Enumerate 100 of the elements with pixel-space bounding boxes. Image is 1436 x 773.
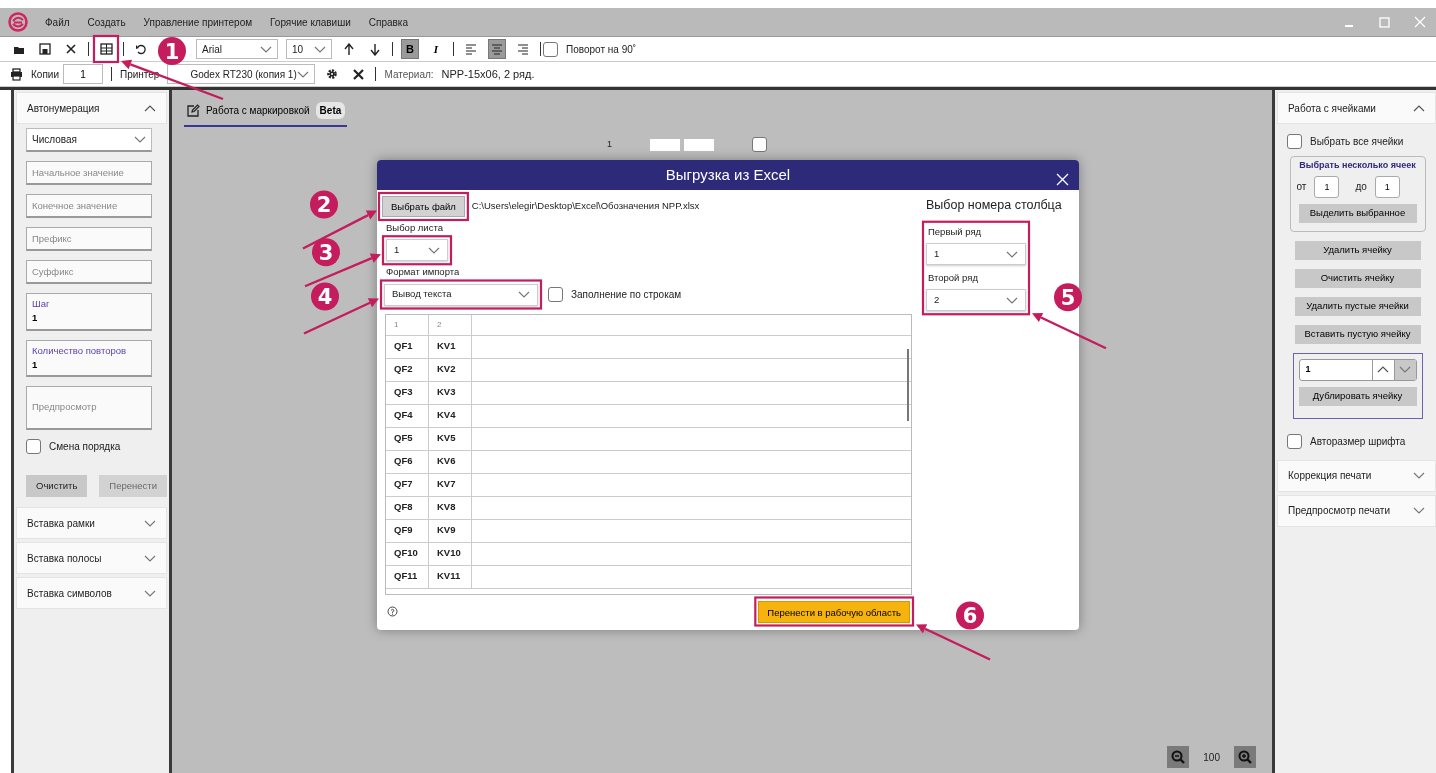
material-value: NPP-15x06, 2 ряд. <box>441 66 535 82</box>
help-icon[interactable] <box>387 606 398 617</box>
label-cell <box>684 138 714 151</box>
field-label: Выбор листа <box>386 221 444 235</box>
checkbox[interactable] <box>548 287 563 302</box>
field-label: до <box>1355 180 1367 194</box>
field-value[interactable]: 1 <box>32 311 146 326</box>
clear-button[interactable]: Очистить <box>26 475 88 498</box>
checkbox-label: Авторазмер шрифта <box>1310 434 1406 449</box>
input-field[interactable]: Шаг 1 <box>26 293 152 331</box>
accordion-header[interactable]: Автонумерация <box>16 92 167 124</box>
chevron-down-icon <box>1399 365 1411 374</box>
accordion-header[interactable]: Вставка символов <box>16 577 167 610</box>
accordion-header[interactable]: Коррекция печати <box>1277 459 1436 492</box>
duplicate-button[interactable]: Дублировать ячейку <box>1298 386 1417 406</box>
column-select[interactable]: 2 <box>926 289 1026 312</box>
font-size-select[interactable]: 10 <box>286 39 332 59</box>
sheet-select[interactable]: 1 <box>386 239 448 262</box>
zoom-out-button[interactable] <box>1167 746 1190 768</box>
field-value[interactable]: 1 <box>32 357 146 372</box>
menu-item[interactable]: Управление принтером <box>143 14 253 30</box>
menu-item[interactable]: Файл <box>45 14 70 30</box>
field-label: Шаг <box>32 297 51 311</box>
beta-tag: Beta <box>315 102 346 119</box>
input-field[interactable]: 1 <box>1374 175 1400 198</box>
step-number: 3 <box>312 238 340 267</box>
arrow-down-icon <box>370 42 380 56</box>
action-button[interactable]: Вставить пустую ячейку <box>1294 324 1421 344</box>
save-icon <box>39 43 51 55</box>
zoom-level: 100 <box>1203 750 1220 765</box>
zoom-in-button[interactable] <box>1234 746 1256 768</box>
input-field[interactable]: 1 <box>1314 175 1340 198</box>
table-cell: QF8 <box>386 496 429 519</box>
step-number: 5 <box>1054 283 1082 312</box>
menu-item[interactable]: Горячие клавиши <box>270 14 351 30</box>
printer-select[interactable]: Godex RT230 (копия 1) <box>167 64 316 84</box>
type-select[interactable]: Числовая <box>26 128 152 152</box>
align-center-icon <box>491 42 503 56</box>
edit-icon <box>186 103 200 118</box>
font-select[interactable]: Arial <box>196 39 278 59</box>
table-cell: QF5 <box>386 427 429 450</box>
table-cell: KV9 <box>429 519 472 542</box>
bold-button[interactable]: B <box>401 39 419 59</box>
align-right-icon <box>517 42 529 56</box>
scrollbar[interactable] <box>907 348 909 421</box>
transfer-button[interactable]: Перенести в рабочую область <box>758 600 910 623</box>
italic-button[interactable]: I <box>427 39 445 59</box>
checkbox[interactable] <box>543 41 558 57</box>
checkbox-label: Выбрать все ячейки <box>1310 135 1404 149</box>
tools-icon <box>351 67 365 81</box>
table-cell: KV5 <box>429 427 472 450</box>
preview-field[interactable]: Предпросмотр <box>26 386 152 430</box>
table-cell: KV8 <box>429 496 472 519</box>
select-range-button[interactable]: Выделить выбранное <box>1298 203 1417 223</box>
checkbox[interactable] <box>1287 134 1302 149</box>
close-icon <box>1056 172 1069 186</box>
field-label: от <box>1296 180 1307 194</box>
copies-field[interactable]: 1 <box>63 64 103 84</box>
choose-file-button[interactable]: Выбрать файл <box>382 196 465 217</box>
checkbox[interactable] <box>1287 433 1302 449</box>
app-logo <box>8 12 28 32</box>
chevron-up-icon <box>1377 365 1389 374</box>
input-field[interactable]: Префикс <box>26 227 152 251</box>
step-number: 2 <box>310 190 338 219</box>
step-number: 4 <box>311 282 339 311</box>
input-field[interactable]: Конечное значение <box>26 194 152 218</box>
input-field[interactable]: Количество повторов 1 <box>26 339 152 377</box>
menu-item[interactable]: Создать <box>87 14 126 30</box>
action-button[interactable]: Очистить ячейку <box>1294 268 1421 288</box>
checkbox[interactable] <box>752 137 767 152</box>
format-select[interactable]: Вывод текста <box>384 283 538 306</box>
highlight-frame <box>381 235 453 266</box>
field-label: Копии <box>31 67 59 82</box>
accordion-header[interactable]: Вставка полосы <box>16 542 167 575</box>
chevron-down-icon <box>518 290 530 299</box>
group-legend: Выбрать несколько ячеек <box>1297 159 1418 173</box>
table-cell: QF7 <box>386 473 429 496</box>
tab[interactable]: Работа с маркировкой Beta <box>184 98 348 127</box>
chevron-down-icon <box>260 44 272 54</box>
menu-item[interactable]: Справка <box>368 14 409 30</box>
field-value[interactable]: 1 <box>1299 359 1372 380</box>
checkbox[interactable] <box>26 439 41 454</box>
action-button[interactable]: Удалить пустые ячейки <box>1294 296 1421 316</box>
number-spinner[interactable]: 1 <box>1298 358 1417 381</box>
table-cell: QF9 <box>386 519 429 542</box>
action-button[interactable]: Удалить ячейку <box>1294 240 1421 260</box>
align-center-button[interactable] <box>488 39 506 59</box>
input-field[interactable]: Начальное значение <box>26 161 152 185</box>
input-field[interactable]: Суффикс <box>26 260 152 284</box>
accordion-header[interactable]: Предпросмотр печати <box>1277 494 1436 527</box>
table-cell: QF2 <box>386 358 429 381</box>
printer-icon <box>10 67 23 81</box>
accordion-header[interactable]: Вставка рамки <box>16 507 167 540</box>
column-select[interactable]: 1 <box>926 243 1026 265</box>
step-number: 6 <box>956 601 984 630</box>
table-cell: KV4 <box>429 404 472 427</box>
chevron-down-icon <box>428 245 440 255</box>
decrement-button[interactable] <box>1393 359 1416 380</box>
accordion-header[interactable]: Работа с ячейками <box>1277 92 1436 124</box>
table-cell: QF10 <box>386 542 429 565</box>
